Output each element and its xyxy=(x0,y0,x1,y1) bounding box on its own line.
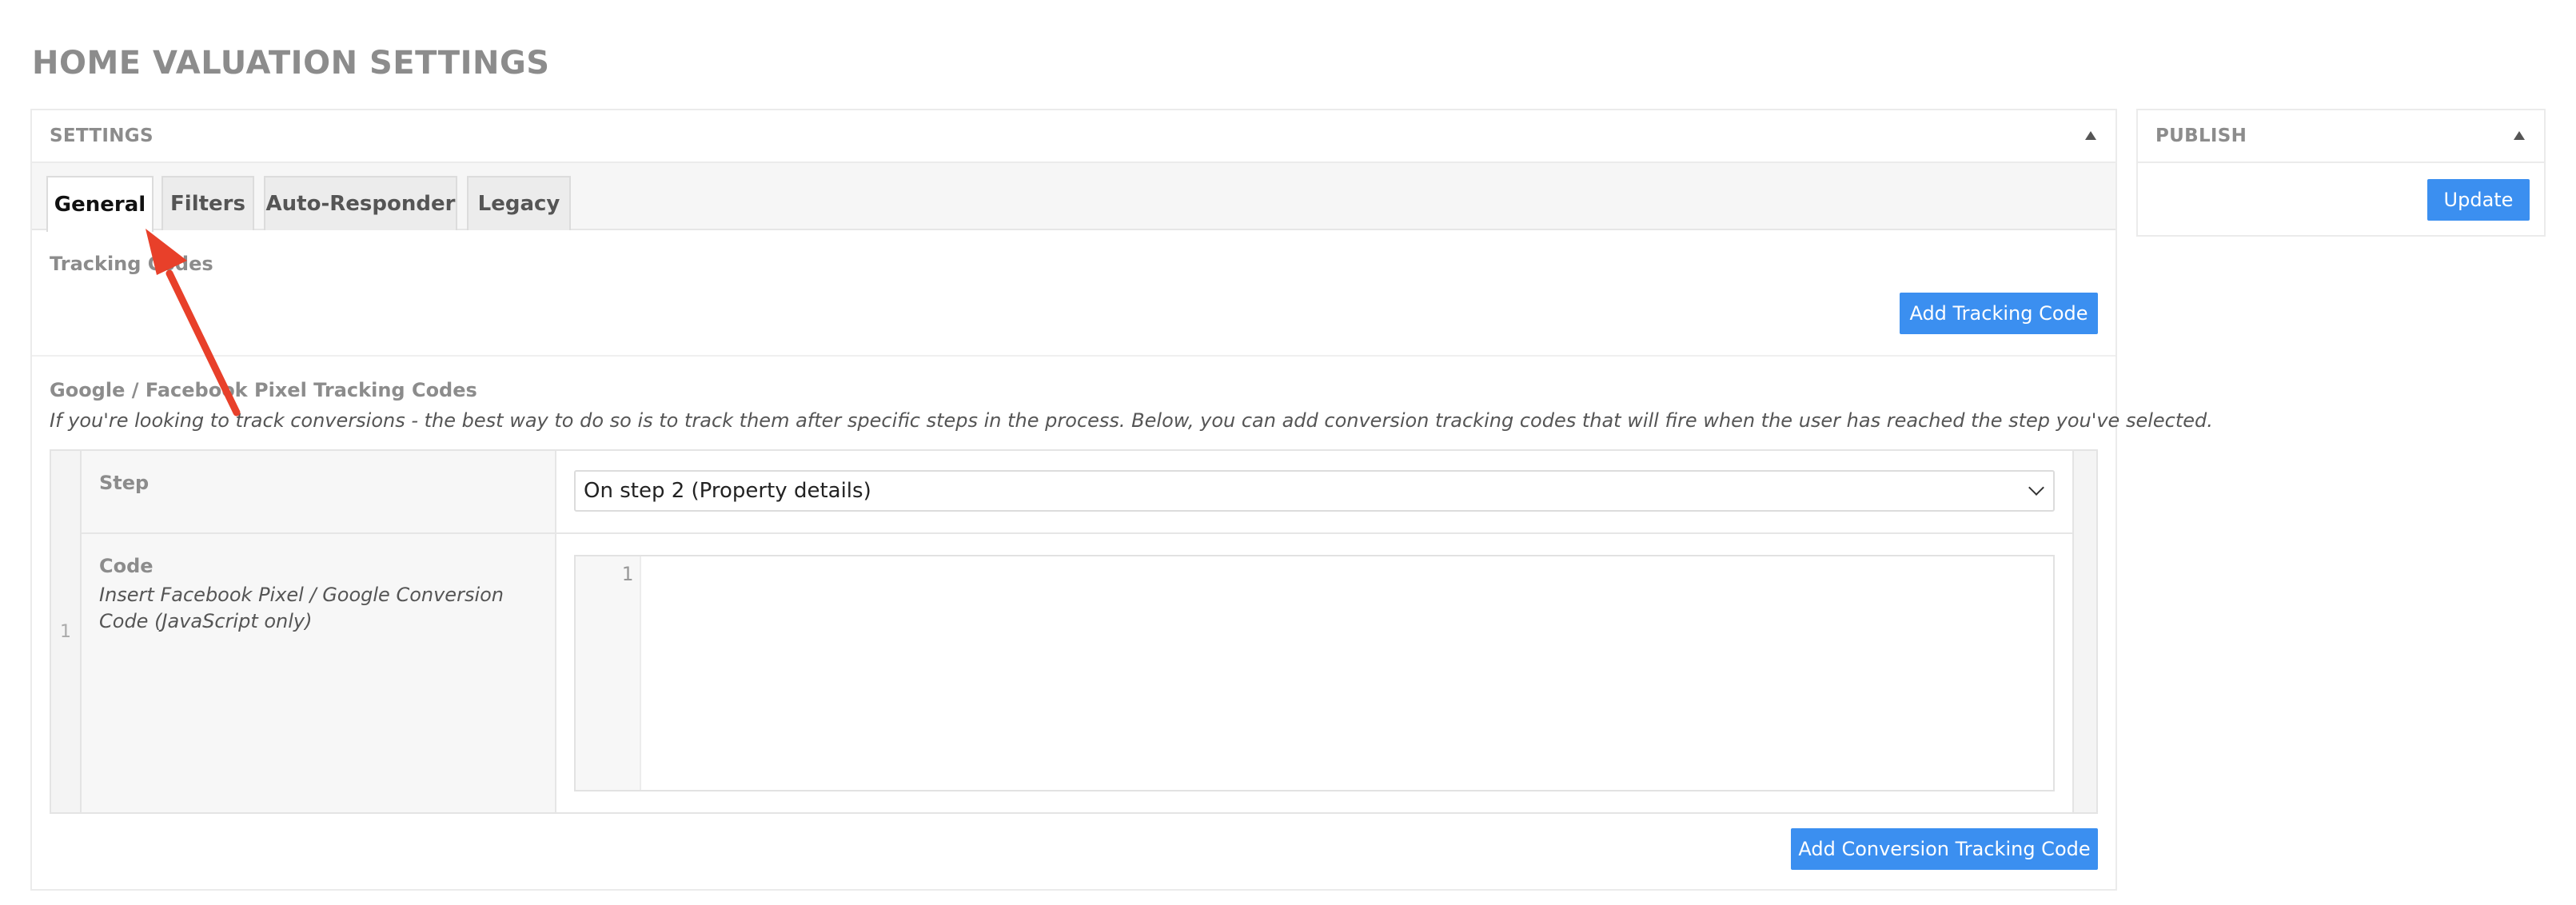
step-input-cell: On step 2 (Property details) xyxy=(556,451,2072,532)
settings-panel: SETTINGS General Filters Auto-Responder … xyxy=(30,109,2213,891)
tab-legacy[interactable]: Legacy xyxy=(467,176,571,230)
row-index-number: 1 xyxy=(60,621,71,642)
settings-panel-header[interactable]: SETTINGS xyxy=(32,110,2115,163)
code-label: Code xyxy=(99,555,154,577)
tab-label: General xyxy=(54,193,146,217)
chevron-down-icon xyxy=(2028,480,2044,496)
pixel-tracking-codes-description: If you're looking to track conversions -… xyxy=(50,409,2213,432)
collapse-triangle-icon[interactable] xyxy=(2514,131,2525,140)
line-number-gutter: 1 xyxy=(576,556,641,790)
publish-panel-title: PUBLISH xyxy=(2155,126,2247,146)
row-handle[interactable] xyxy=(2072,451,2096,812)
add-conversion-tracking-code-button[interactable]: Add Conversion Tracking Code xyxy=(1791,828,2098,870)
line-number: 1 xyxy=(621,563,633,585)
settings-panel-title: SETTINGS xyxy=(50,126,154,146)
step-select[interactable]: On step 2 (Property details) xyxy=(574,470,2055,512)
code-input-cell: 1 xyxy=(556,534,2072,812)
row-index[interactable]: 1 xyxy=(51,451,82,812)
tab-label: Legacy xyxy=(477,192,560,216)
pixel-tracking-codes-label: Google / Facebook Pixel Tracking Codes xyxy=(50,379,477,401)
tracking-codes-label: Tracking Codes xyxy=(50,253,213,275)
page-title: HOME VALUATION SETTINGS xyxy=(32,45,550,82)
tab-label: Auto-Responder xyxy=(265,192,456,216)
code-instructions: Insert Facebook Pixel / Google Conversio… xyxy=(99,584,504,632)
tab-filters[interactable]: Filters xyxy=(161,176,254,230)
publish-panel-header[interactable]: PUBLISH xyxy=(2138,110,2544,163)
update-button[interactable]: Update xyxy=(2427,179,2530,221)
step-label: Step xyxy=(99,472,150,494)
conversion-codes-repeater: 1 Step On step 2 (Property details) Code… xyxy=(50,449,2098,814)
tab-label: Filters xyxy=(170,192,245,216)
tab-auto-responder[interactable]: Auto-Responder xyxy=(264,176,457,230)
tab-general[interactable]: General xyxy=(46,176,154,232)
add-tracking-code-button[interactable]: Add Tracking Code xyxy=(1900,293,2098,334)
step-select-value: On step 2 (Property details) xyxy=(584,479,871,503)
section-divider xyxy=(32,355,2115,357)
tabs-bar: General Filters Auto-Responder Legacy xyxy=(32,163,2115,232)
code-field-row: Code Insert Facebook Pixel / Google Conv… xyxy=(82,534,2072,812)
step-field-row: Step On step 2 (Property details) xyxy=(82,451,2072,534)
step-label-cell: Step xyxy=(82,451,556,532)
code-label-cell: Code Insert Facebook Pixel / Google Conv… xyxy=(82,534,556,812)
code-editor[interactable]: 1 xyxy=(574,555,2055,791)
collapse-triangle-icon[interactable] xyxy=(2085,131,2096,140)
publish-panel: PUBLISH Update xyxy=(2136,109,2546,237)
